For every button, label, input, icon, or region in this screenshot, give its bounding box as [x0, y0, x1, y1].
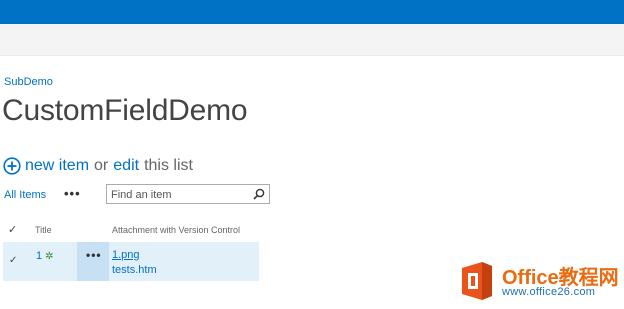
new-item-command-bar: new item or edit this list [3, 157, 193, 175]
select-all-checkmark-icon[interactable]: ✓ [8, 223, 17, 236]
ribbon-bar [0, 24, 624, 56]
row-menu-button[interactable]: ••• [77, 242, 109, 281]
ellipsis-icon: ••• [86, 248, 102, 262]
or-text: or [94, 157, 109, 174]
column-header-title[interactable]: Title [35, 225, 52, 235]
table-row[interactable]: ✓ 1 ✲ ••• 1.png tests.htm [3, 242, 259, 281]
plus-circle-icon[interactable] [3, 157, 21, 175]
view-all-items[interactable]: All Items [4, 189, 46, 201]
attachment-link[interactable]: tests.htm [112, 264, 157, 276]
edit-link[interactable]: edit [113, 157, 139, 175]
watermark: Office教程网 www.office26.com [456, 258, 624, 304]
search-input[interactable] [107, 186, 251, 204]
column-header-attachment[interactable]: Attachment with Version Control [112, 225, 240, 235]
more-views-ellipsis-icon[interactable]: ••• [64, 186, 81, 201]
watermark-url: www.office26.com [502, 286, 596, 298]
attachment-link[interactable]: 1.png [112, 249, 140, 261]
this-list-text: this list [144, 157, 193, 174]
new-item-link[interactable]: new item [25, 157, 89, 175]
new-item-badge-icon: ✲ [45, 251, 54, 262]
breadcrumb-subsite-link[interactable]: SubDemo [4, 76, 53, 88]
office-logo-icon [462, 262, 492, 300]
row-title-text: 1 [36, 250, 43, 262]
row-title-link[interactable]: 1 ✲ [36, 250, 54, 262]
page-title: CustomFieldDemo [2, 94, 248, 127]
suite-bar [0, 0, 624, 24]
search-box [106, 184, 270, 204]
row-checkmark-icon[interactable]: ✓ [9, 255, 17, 266]
search-icon[interactable] [253, 188, 265, 200]
